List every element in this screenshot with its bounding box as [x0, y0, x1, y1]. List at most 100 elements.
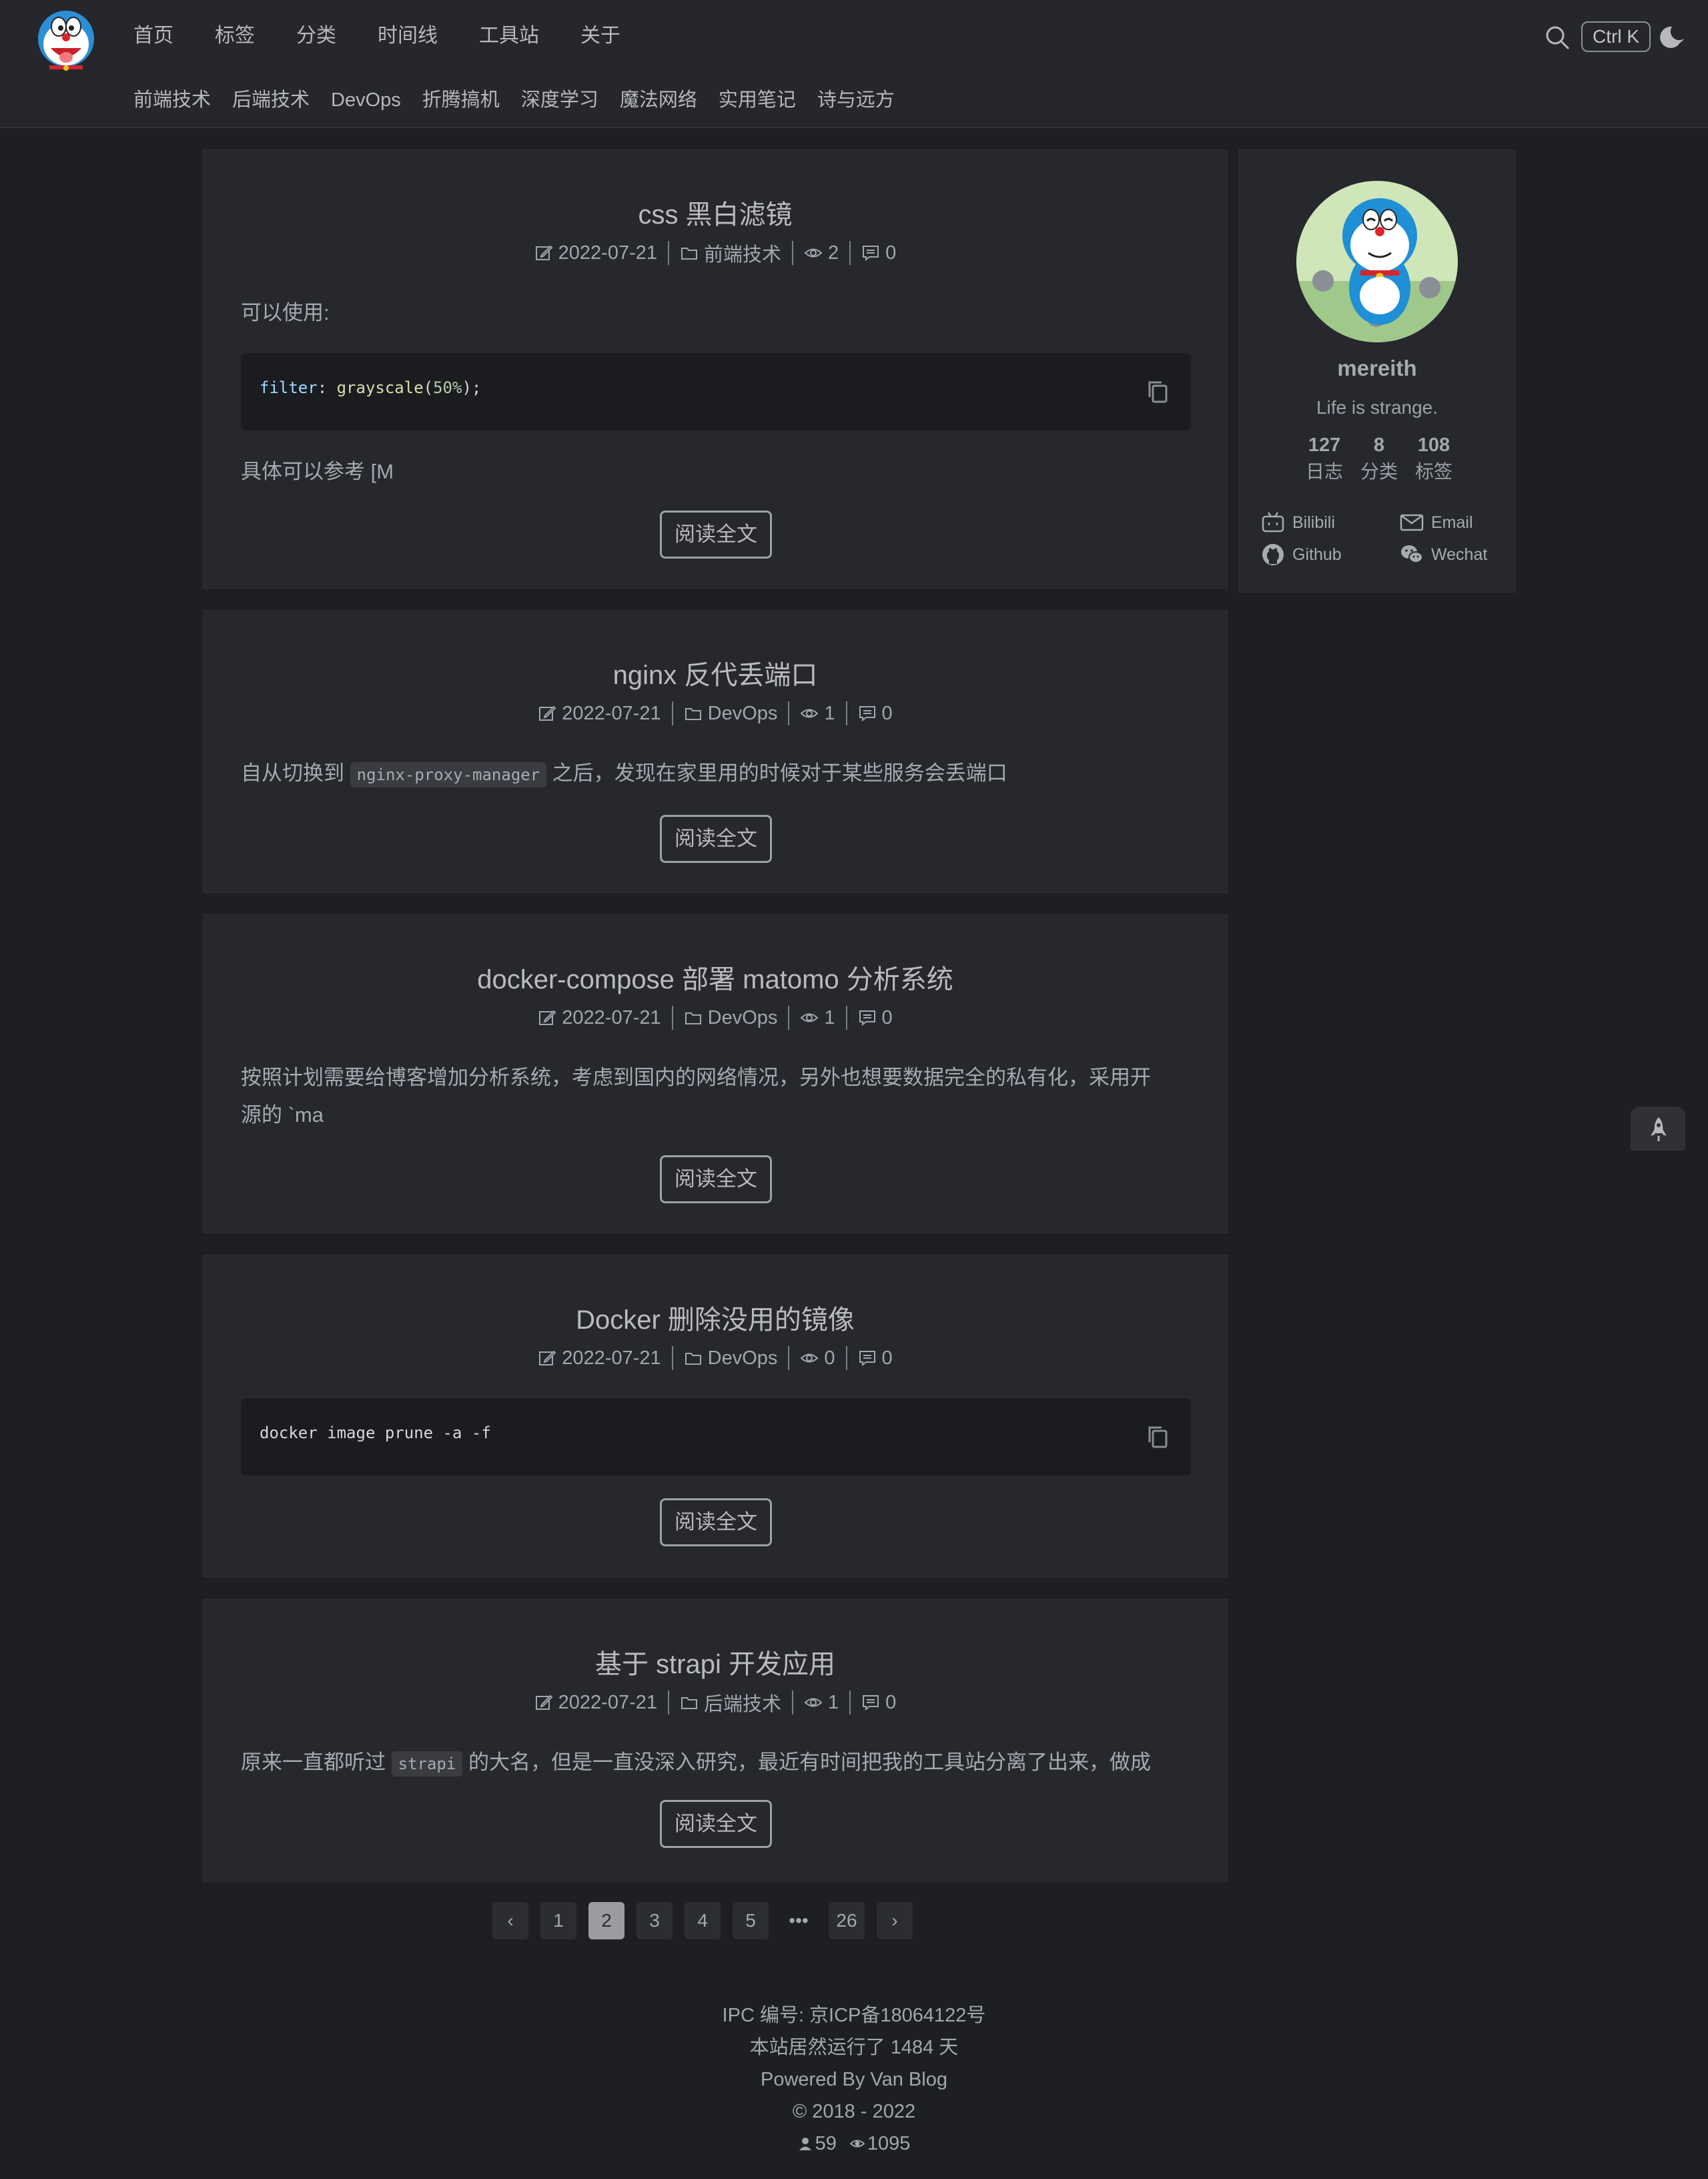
category-frontend[interactable]: 前端技术 [133, 85, 211, 115]
post-category[interactable]: 前端技术 [680, 239, 781, 267]
nav-home[interactable]: 首页 [133, 20, 173, 52]
folder-icon [685, 1012, 701, 1024]
post-title[interactable]: docker-compose 部署 matomo 分析系统 [203, 958, 1227, 996]
post-card: css 黑白滤镜 2022-07-21 前端技术 2 0 可以使用: filte… [203, 149, 1228, 589]
category-notes[interactable]: 实用笔记 [719, 85, 796, 115]
post-meta: 2022-07-21 DevOps 1 0 [203, 1004, 1227, 1031]
category-tinkering[interactable]: 折腾搞机 [422, 85, 500, 115]
code-text: docker image prune -a -f [260, 1424, 491, 1442]
post-category[interactable]: DevOps [684, 703, 777, 725]
meta-divider [788, 1346, 790, 1370]
meta-divider [845, 1346, 847, 1370]
meta-divider [671, 701, 673, 725]
nav-about[interactable]: 关于 [580, 20, 620, 52]
category-backend[interactable]: 后端技术 [232, 85, 310, 115]
search-shortcut-badge[interactable]: Ctrl K [1581, 21, 1651, 52]
meta-divider [668, 1690, 670, 1715]
page-1-button[interactable]: 1 [540, 1902, 576, 1939]
folder-icon [681, 248, 698, 260]
doraemon-logo[interactable] [36, 9, 96, 71]
rocket-icon [1651, 1117, 1667, 1141]
footer-running-days: 本站居然运行了 1484 天 [749, 2037, 959, 2058]
meta-divider [668, 241, 670, 265]
post-excerpt: 自从切换到 nginx-proxy-manager 之后，发现在家里用的时候对于… [241, 755, 1191, 792]
read-more-button[interactable]: 阅读全文 [660, 511, 772, 559]
category-nav: 前端技术 后端技术 DevOps 折腾搞机 深度学习 魔法网络 实用笔记 诗与远… [133, 85, 916, 115]
folder-icon [685, 1353, 701, 1365]
post-meta: 2022-07-21 DevOps 1 0 [203, 700, 1227, 727]
search-icon[interactable] [1544, 24, 1571, 51]
inline-code: nginx-proxy-manager [350, 761, 547, 788]
footer-ipc[interactable]: IPC 编号: 京ICP备18064122号 [0, 1999, 1708, 2032]
post-date: 2022-07-21 [534, 242, 657, 264]
meta-divider [788, 1006, 790, 1030]
eye-icon [800, 1353, 819, 1363]
post-comments: 0 [858, 1007, 893, 1029]
comment-icon [859, 1010, 875, 1026]
link-email[interactable]: Email [1399, 509, 1473, 536]
link-wechat[interactable]: Wechat [1399, 541, 1487, 568]
post-title[interactable]: Docker 删除没用的镜像 [203, 1298, 1227, 1337]
page-26-button[interactable]: 26 [829, 1902, 865, 1939]
post-category[interactable]: 后端技术 [680, 1688, 781, 1717]
page-3-button[interactable]: 3 [636, 1902, 673, 1939]
category-poetry[interactable]: 诗与远方 [817, 85, 895, 115]
post-comments: 0 [861, 242, 896, 264]
stat-tags[interactable]: 108 标签 [1415, 432, 1452, 485]
category-deep-learning[interactable]: 深度学习 [521, 85, 598, 115]
eye-icon [800, 709, 819, 718]
post-category[interactable]: DevOps [684, 1347, 777, 1369]
bilibili-icon [1262, 512, 1284, 533]
read-more-button[interactable]: 阅读全文 [660, 1800, 772, 1848]
post-title[interactable]: css 黑白滤镜 [203, 193, 1227, 232]
footer-copyright: © 2018 - 2022 [792, 2101, 916, 2122]
page-4-button[interactable]: 4 [685, 1902, 721, 1939]
page-5-button[interactable]: 5 [733, 1902, 769, 1939]
inline-code: strapi [391, 1751, 463, 1777]
eye-icon [804, 248, 823, 258]
moon-icon[interactable] [1660, 23, 1688, 51]
link-bilibili[interactable]: Bilibili [1260, 509, 1335, 536]
page-2-button[interactable]: 2 [588, 1902, 624, 1939]
post-comments: 0 [858, 703, 893, 725]
nav-categories[interactable]: 分类 [296, 20, 336, 52]
back-to-top-button[interactable] [1631, 1107, 1685, 1151]
stat-posts[interactable]: 127 日志 [1306, 432, 1343, 485]
visitor-count: 59 [798, 2128, 837, 2160]
nav-timeline[interactable]: 时间线 [378, 20, 438, 52]
post-title[interactable]: 基于 strapi 开发应用 [203, 1642, 1227, 1681]
post-date: 2022-07-21 [538, 703, 661, 725]
read-more-button[interactable]: 阅读全文 [660, 1155, 772, 1203]
post-date: 2022-07-21 [538, 1007, 661, 1029]
footer-powered-by[interactable]: Powered By Van Blog [0, 2064, 1708, 2096]
page-prev-button[interactable]: ‹ [492, 1902, 528, 1939]
page-next-button[interactable]: › [877, 1902, 913, 1939]
main-nav: 首页 标签 分类 时间线 工具站 关于 [133, 20, 662, 52]
post-views: 2 [804, 242, 839, 264]
category-devops[interactable]: DevOps [331, 85, 401, 115]
comment-icon [863, 246, 879, 262]
meta-divider [792, 1690, 794, 1715]
copy-icon[interactable] [1144, 1424, 1171, 1450]
post-date: 2022-07-21 [534, 1692, 657, 1714]
post-category[interactable]: DevOps [684, 1007, 777, 1029]
page-ellipsis[interactable]: ••• [781, 1902, 817, 1939]
meta-divider [845, 701, 847, 725]
nav-tags[interactable]: 标签 [215, 20, 255, 52]
stat-categories[interactable]: 8 分类 [1360, 432, 1398, 485]
post-excerpt-continued: 具体可以参考 [M [241, 460, 394, 483]
meta-divider [671, 1346, 673, 1370]
post-card: nginx 反代丢端口 2022-07-21 DevOps 1 0 自从切换到 … [203, 610, 1228, 893]
meta-divider [671, 1006, 673, 1030]
post-title[interactable]: nginx 反代丢端口 [203, 653, 1227, 692]
copy-icon[interactable] [1144, 378, 1171, 405]
link-github[interactable]: Github [1260, 541, 1342, 568]
post-comments: 0 [861, 1692, 896, 1714]
github-icon [1262, 544, 1284, 565]
eye-icon [804, 1698, 823, 1707]
read-more-button[interactable]: 阅读全文 [660, 1498, 772, 1546]
nav-tools[interactable]: 工具站 [479, 20, 539, 52]
category-magic-network[interactable]: 魔法网络 [620, 85, 697, 115]
edit-icon [535, 245, 553, 260]
read-more-button[interactable]: 阅读全文 [660, 815, 772, 863]
